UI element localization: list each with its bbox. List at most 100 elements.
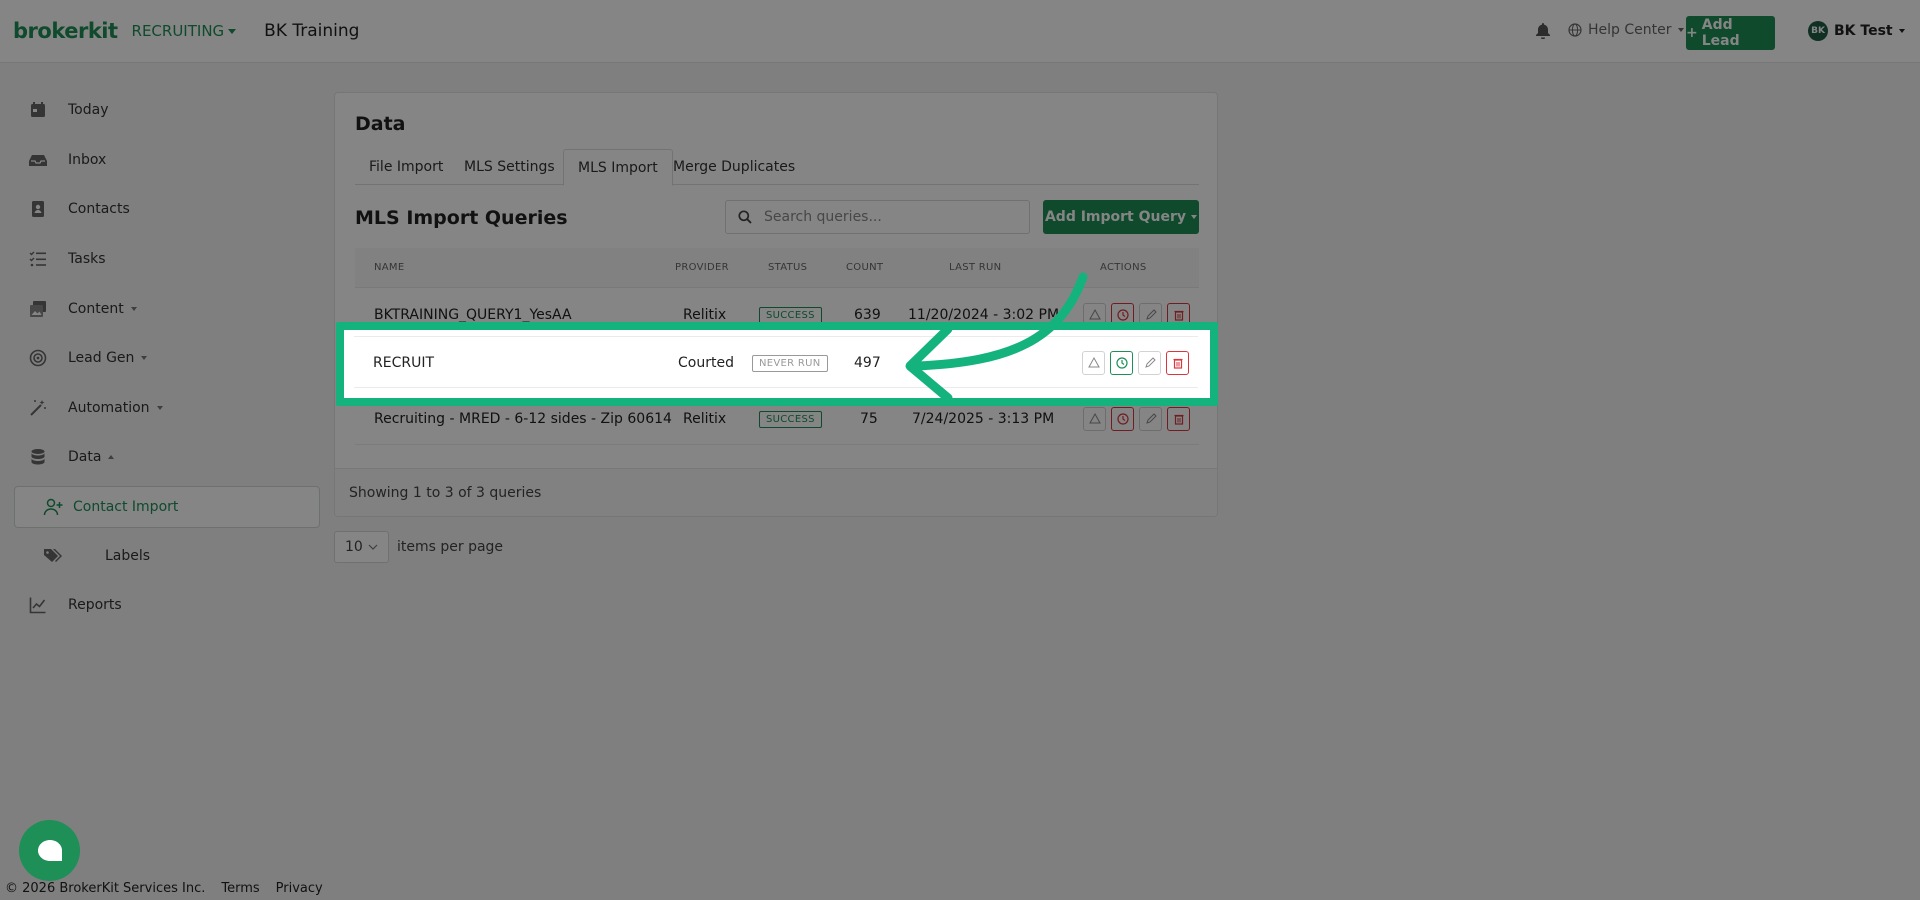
chart-line-icon — [29, 597, 46, 614]
tab-file-import[interactable]: File Import — [355, 149, 457, 185]
sidebar-item-label: Content — [68, 301, 137, 317]
add-lead-button[interactable]: + Add Lead — [1686, 16, 1775, 50]
column-header-status[interactable]: STATUS — [768, 262, 807, 273]
add-import-query-label: Add Import Query — [1044, 209, 1187, 225]
help-center-menu[interactable]: Help Center — [1568, 22, 1684, 38]
items-per-page: 10 items per page — [334, 531, 503, 563]
data-card: Data File Import MLS Settings MLS Import… — [334, 92, 1218, 517]
sidebar-item-label: Lead Gen — [68, 350, 148, 366]
brokerkit-logo[interactable]: brokerkit — [13, 19, 118, 43]
pencil-icon — [1145, 413, 1157, 424]
help-center-label: Help Center — [1588, 22, 1672, 38]
row-actions — [1083, 303, 1190, 327]
sidebar-item-label: Labels — [105, 548, 151, 564]
sidebar-item-label: Contacts — [68, 201, 130, 217]
tab-mls-settings[interactable]: MLS Settings — [450, 149, 569, 185]
query-provider: Relitix — [683, 411, 727, 427]
search-icon — [738, 210, 752, 224]
column-header-count[interactable]: COUNT — [846, 262, 883, 273]
sidebar-item-lead-gen[interactable]: Lead Gen — [0, 338, 330, 378]
pencil-icon — [1144, 357, 1156, 368]
add-import-query-button[interactable]: Add Import Query — [1043, 200, 1199, 234]
org-name: BK Training — [264, 21, 360, 41]
tasks-list-icon — [29, 251, 46, 267]
bell-icon[interactable] — [1536, 23, 1550, 39]
query-name: RECRUIT — [373, 355, 435, 371]
contact-book-icon — [32, 201, 44, 217]
table-header: NAME PROVIDER STATUS COUNT LAST RUN ACTI… — [355, 248, 1199, 288]
chevron-down-icon — [1677, 28, 1684, 32]
query-name: Recruiting - MRED - 6-12 sides - Zip 606… — [374, 411, 672, 427]
chevron-down-icon — [1898, 29, 1905, 33]
copyright: © 2026 BrokerKit Services Inc. — [5, 881, 206, 896]
sidebar-item-contact-import[interactable]: Contact Import — [14, 486, 320, 528]
sidebar-item-label: Automation — [68, 400, 163, 416]
sidebar-item-labels[interactable]: Labels — [0, 536, 330, 576]
page-footer: © 2026 BrokerKit Services Inc. Terms Pri… — [5, 881, 323, 896]
sidebar-item-content[interactable]: Content — [0, 289, 330, 329]
chat-launcher-button[interactable] — [19, 820, 80, 881]
sidebar-item-label: Tasks — [68, 251, 106, 267]
chevron-down-icon — [368, 544, 378, 550]
chevron-down-icon — [156, 406, 163, 410]
query-count: 497 — [854, 355, 881, 371]
search-box — [725, 200, 1030, 234]
tab-merge-duplicates[interactable]: Merge Duplicates — [659, 149, 809, 185]
per-page-select[interactable]: 10 — [334, 531, 389, 563]
edit-button[interactable] — [1138, 351, 1161, 375]
sidebar-item-label: Data — [68, 449, 115, 465]
section-title: MLS Import Queries — [355, 207, 568, 229]
status-badge: NEVER RUN — [752, 354, 828, 372]
run-query-button[interactable] — [1082, 351, 1105, 375]
edit-button[interactable] — [1139, 303, 1162, 327]
schedule-button[interactable] — [1111, 303, 1134, 327]
chevron-down-icon — [141, 356, 148, 360]
calendar-icon — [31, 102, 45, 117]
privacy-link[interactable]: Privacy — [276, 881, 323, 896]
edit-button[interactable] — [1139, 407, 1162, 431]
user-menu[interactable]: BK BK Test — [1808, 21, 1905, 41]
chevron-down-icon — [130, 307, 137, 311]
sidebar-item-tasks[interactable]: Tasks — [0, 239, 330, 279]
status-cell: SUCCESS — [759, 393, 822, 445]
sidebar-item-data[interactable]: Data — [0, 437, 330, 477]
column-header-actions: ACTIONS — [1100, 262, 1147, 273]
globe-icon — [1568, 23, 1582, 37]
per-page-value: 10 — [345, 539, 363, 555]
delete-button[interactable] — [1166, 351, 1189, 375]
tab-mls-import[interactable]: MLS Import — [563, 149, 673, 186]
plus-icon: + — [1686, 25, 1698, 41]
terms-link[interactable]: Terms — [221, 881, 259, 896]
row-actions — [1082, 351, 1189, 375]
delete-button[interactable] — [1167, 303, 1190, 327]
cloud-download-icon — [1088, 413, 1101, 424]
user-name: BK Test — [1834, 23, 1893, 39]
row-actions — [1083, 407, 1190, 431]
query-last-run: 7/24/2025 - 3:13 PM — [912, 411, 1055, 427]
sidebar-item-automation[interactable]: Automation — [0, 388, 330, 428]
sidebar-item-inbox[interactable]: Inbox — [0, 140, 330, 180]
user-plus-icon — [43, 498, 63, 516]
column-header-last-run[interactable]: LAST RUN — [949, 262, 1001, 273]
run-query-button[interactable] — [1083, 303, 1106, 327]
product-switcher[interactable]: RECRUITING — [132, 22, 237, 40]
sidebar-item-today[interactable]: Today — [0, 90, 330, 130]
run-query-button[interactable] — [1083, 407, 1106, 431]
status-badge: SUCCESS — [759, 410, 822, 428]
schedule-button[interactable] — [1110, 351, 1133, 375]
pagination-summary: Showing 1 to 3 of 3 queries — [335, 468, 1217, 516]
column-header-provider[interactable]: PROVIDER — [675, 262, 729, 273]
clock-icon — [1116, 309, 1129, 321]
search-input[interactable] — [764, 209, 1014, 225]
sidebar-item-label: Reports — [68, 597, 122, 613]
trash-icon — [1174, 310, 1183, 321]
trash-icon — [1174, 414, 1183, 425]
chevron-down-icon — [228, 28, 237, 34]
delete-button[interactable] — [1167, 407, 1190, 431]
schedule-button[interactable] — [1111, 407, 1134, 431]
add-lead-label: Add Lead — [1701, 17, 1740, 49]
sidebar-item-reports[interactable]: Reports — [0, 585, 330, 625]
sidebar-item-contacts[interactable]: Contacts — [0, 189, 330, 229]
table-row-highlighted[interactable]: RECRUIT Courted NEVER RUN 497 — [354, 336, 1198, 388]
column-header-name[interactable]: NAME — [374, 262, 404, 273]
